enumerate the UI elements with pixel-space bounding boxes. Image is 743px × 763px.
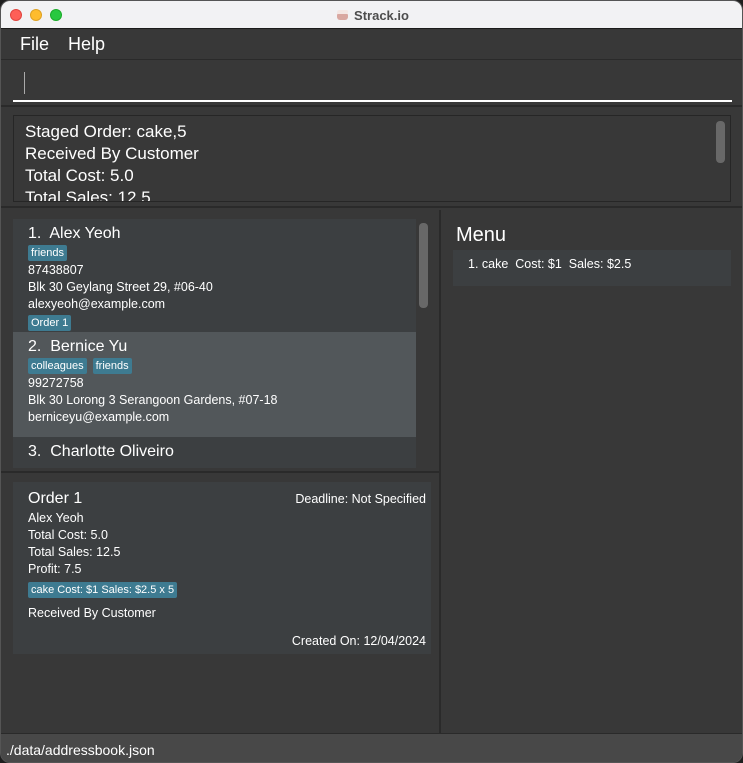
order-tag: Order 1 <box>28 315 72 331</box>
text-caret <box>24 72 25 94</box>
order-card[interactable]: Order 1 Deadline: Not Specified Alex Yeo… <box>13 482 431 654</box>
result-scrollbar[interactable] <box>716 121 725 163</box>
person-card[interactable]: 3. Charlotte Oliveiro <box>13 437 416 468</box>
order-panel: Order 1 Deadline: Not Specified Alex Yeo… <box>1 471 439 733</box>
result-display-area: Staged Order: cake,5 Received By Custome… <box>1 108 742 208</box>
person-list-scrollbar[interactable] <box>419 223 428 308</box>
title-bar: Strack.io <box>1 1 742 29</box>
order-item-tag: cake Cost: $1 Sales: $2.5 x 5 <box>28 582 178 598</box>
person-card[interactable]: 1. Alex Yeoh friends 87438807 Blk 30 Gey… <box>13 219 416 332</box>
tag: friends <box>28 245 68 261</box>
person-name: 2. Bernice Yu <box>28 338 128 355</box>
order-status: Received By Customer <box>28 606 156 620</box>
person-card-selected[interactable]: 2. Bernice Yu colleagues friends 9927275… <box>13 332 416 437</box>
person-phone: 99272758 <box>28 376 84 390</box>
app-window: Strack.io File Help Staged Order: cake,5… <box>0 0 743 763</box>
person-phone: 87438807 <box>28 263 84 277</box>
cake-icon <box>336 9 349 21</box>
menu-list-item[interactable]: 1. cake Cost: $1 Sales: $2.5 <box>468 257 716 271</box>
window-title: Strack.io <box>354 7 409 23</box>
menu-help[interactable]: Help <box>68 34 105 55</box>
order-total-sales: Total Sales: 12.5 <box>28 545 121 559</box>
order-total-cost: Total Cost: 5.0 <box>28 528 108 542</box>
person-address: Blk 30 Lorong 3 Serangoon Gardens, #07-1… <box>28 393 278 407</box>
menu-panel-title: Menu <box>456 224 507 246</box>
order-deadline: Deadline: Not Specified <box>295 492 426 506</box>
person-tags: friends <box>28 245 401 261</box>
menu-bar: File Help <box>1 30 742 60</box>
menu-item-list[interactable]: 1. cake Cost: $1 Sales: $2.5 <box>453 250 731 286</box>
status-bar: ./data/addressbook.json <box>1 733 742 762</box>
command-input[interactable] <box>13 65 732 102</box>
result-display[interactable]: Staged Order: cake,5 Received By Custome… <box>13 115 731 202</box>
order-title: Order 1 <box>28 490 83 507</box>
person-orders: Order 1 <box>28 315 401 331</box>
menu-file[interactable]: File <box>20 34 49 55</box>
tag: friends <box>92 358 132 374</box>
result-line: Total Cost: 5.0 <box>25 166 134 185</box>
command-box <box>1 61 742 107</box>
tag: colleagues <box>28 358 87 374</box>
person-name: 3. Charlotte Oliveiro <box>28 443 174 460</box>
left-panel: 1. Alex Yeoh friends 87438807 Blk 30 Gey… <box>1 210 441 733</box>
result-line: Total Sales: 12.5 <box>25 188 151 202</box>
person-tags: colleagues friends <box>28 358 401 374</box>
menu-panel: Menu 1. cake Cost: $1 Sales: $2.5 <box>443 210 742 733</box>
save-file-path: ./data/addressbook.json <box>6 742 155 758</box>
person-address: Blk 30 Geylang Street 29, #06-40 <box>28 280 213 294</box>
result-line: Staged Order: cake,5 <box>25 122 187 141</box>
result-line: Received By Customer <box>25 144 199 163</box>
person-name: 1. Alex Yeoh <box>28 225 121 242</box>
person-email: berniceyu@example.com <box>28 410 170 424</box>
order-customer: Alex Yeoh <box>28 511 84 525</box>
person-email: alexyeoh@example.com <box>28 297 166 311</box>
person-list[interactable]: 1. Alex Yeoh friends 87438807 Blk 30 Gey… <box>13 219 416 468</box>
order-profit: Profit: 7.5 <box>28 562 82 576</box>
order-created-date: Created On: 12/04/2024 <box>291 634 426 648</box>
